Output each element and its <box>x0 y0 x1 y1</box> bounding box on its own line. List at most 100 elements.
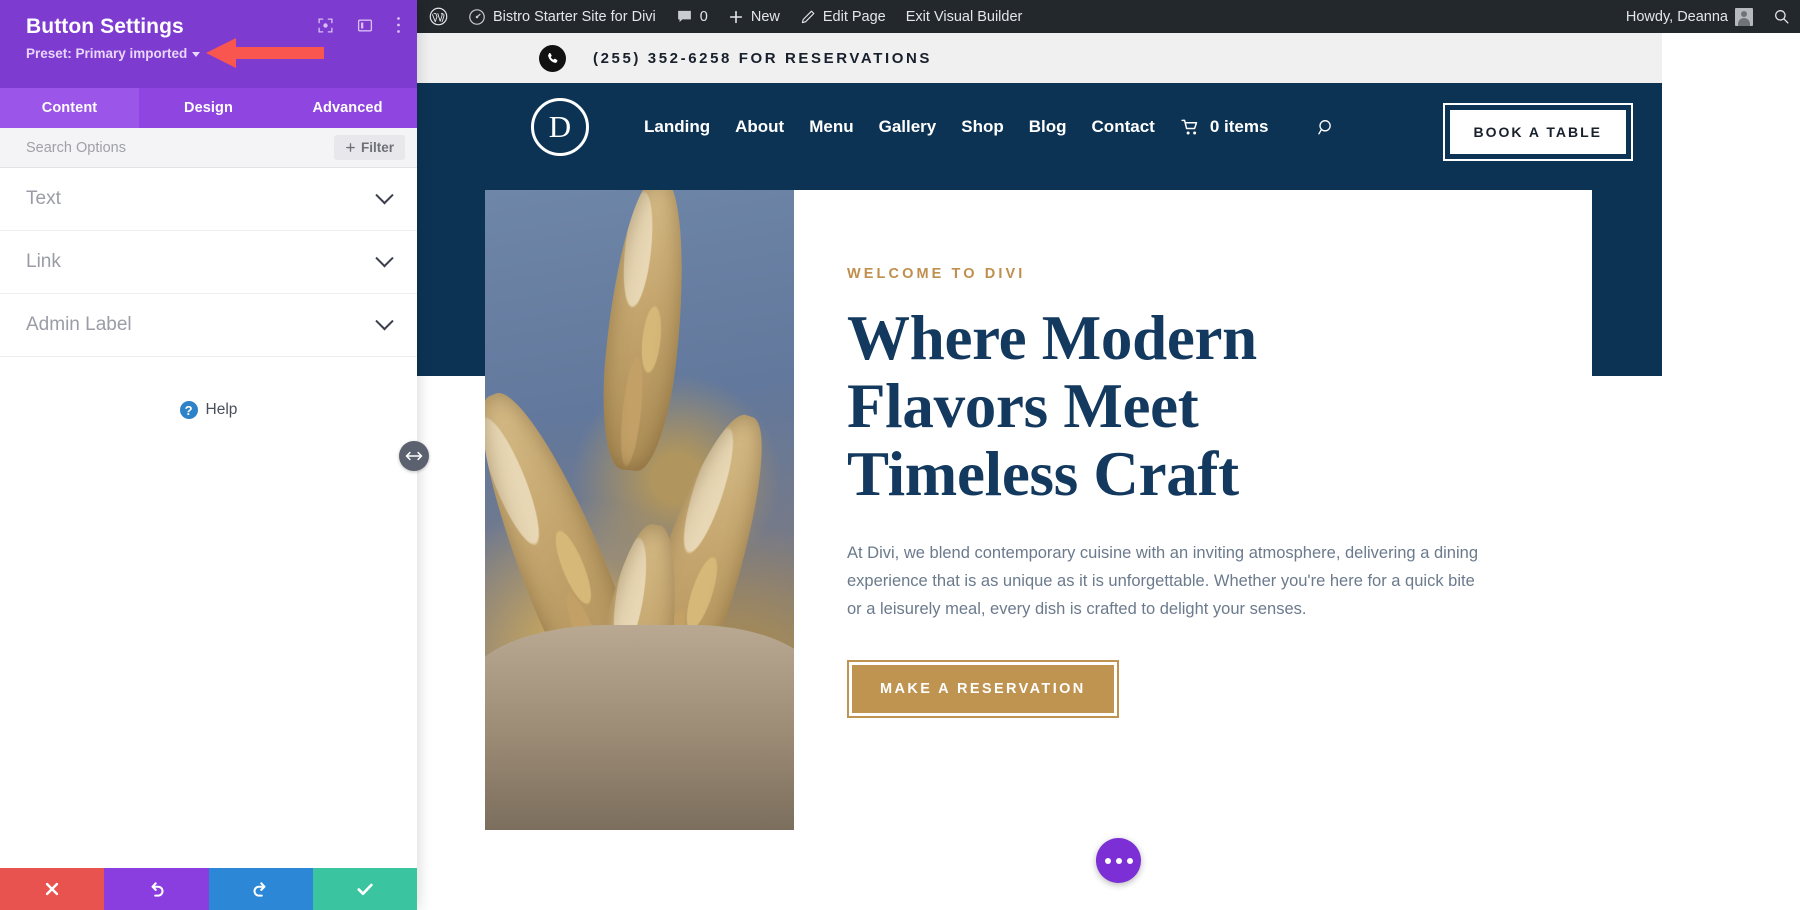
exit-visual-builder-button[interactable]: Exit Visual Builder <box>896 0 1033 33</box>
nav-item-contact[interactable]: Contact <box>1092 117 1155 137</box>
hero-text-card: WELCOME TO DIVI Where Modern Flavors Mee… <box>794 190 1592 830</box>
divi-logo[interactable]: D <box>531 98 589 156</box>
comment-bubble-icon <box>677 10 691 23</box>
module-settings-panel: Button Settings Preset: Primary imported <box>0 0 417 910</box>
site-preview-viewport: (255) 352-6258 FOR RESERVATIONS D Landin… <box>417 33 1800 910</box>
fullscreen-focus-icon[interactable] <box>317 17 334 34</box>
comments-button[interactable]: 0 <box>666 0 718 33</box>
toggle-label: Link <box>26 251 61 272</box>
settings-panel-header: Button Settings Preset: Primary imported <box>0 0 417 88</box>
screen-root: Bistro Starter Site for Divi 0 New Edit … <box>0 0 1800 910</box>
hero-eyebrow: WELCOME TO DIVI <box>847 266 1026 282</box>
site-page: (255) 352-6258 FOR RESERVATIONS D Landin… <box>417 33 1662 910</box>
reservations-phone-text: (255) 352-6258 FOR RESERVATIONS <box>593 49 933 67</box>
book-a-table-frame: BOOK A TABLE <box>1442 103 1633 161</box>
toggle-section-text[interactable]: Text <box>0 168 417 231</box>
preset-label: Preset: Primary imported <box>26 46 188 61</box>
new-label: New <box>750 8 780 25</box>
filter-label: Filter <box>360 140 394 155</box>
edit-page-label: Edit Page <box>822 8 886 25</box>
comment-count: 0 <box>699 8 708 25</box>
book-a-table-button[interactable]: BOOK A TABLE <box>1447 108 1628 156</box>
tab-advanced[interactable]: Advanced <box>278 88 417 128</box>
reservations-topbar: (255) 352-6258 FOR RESERVATIONS <box>417 33 1662 83</box>
site-search-button[interactable] <box>1317 118 1336 137</box>
wordpress-logo-button[interactable] <box>417 0 458 33</box>
preset-selector[interactable]: Preset: Primary imported <box>26 46 201 61</box>
divi-builder-fab[interactable] <box>1096 838 1141 883</box>
admin-site-name: Bistro Starter Site for Divi <box>493 8 656 25</box>
check-icon <box>357 883 373 895</box>
admin-search-button[interactable] <box>1763 0 1800 33</box>
nav-item-landing[interactable]: Landing <box>644 117 710 137</box>
more-vertical-icon[interactable] <box>396 16 401 34</box>
tab-content[interactable]: Content <box>0 88 139 128</box>
site-main-nav: D Landing About Menu Gallery Shop Blog C… <box>417 83 1662 171</box>
fab-dot <box>1126 857 1133 864</box>
hero-title: Where Modern Flavors Meet Timeless Craft <box>847 303 1257 510</box>
tab-design[interactable]: Design <box>139 88 278 128</box>
panel-layout-icon[interactable] <box>356 17 374 34</box>
admin-bar-right: Howdy, Deanna <box>1614 0 1800 33</box>
help-link[interactable]: ? Help <box>0 401 417 419</box>
hero-paragraph: At Divi, we blend contemporary cuisine w… <box>847 544 1478 618</box>
make-a-reservation-button[interactable]: MAKE A RESERVATION <box>852 665 1114 714</box>
divi-logo-letter: D <box>548 109 572 144</box>
new-content-button[interactable]: New <box>718 0 790 33</box>
close-icon <box>46 882 59 896</box>
question-mark-icon: ? <box>179 401 198 419</box>
undo-icon <box>151 881 164 897</box>
panel-resize-handle[interactable] <box>399 441 429 471</box>
phone-icon <box>539 44 566 72</box>
nav-item-blog[interactable]: Blog <box>1029 117 1067 137</box>
discard-button[interactable] <box>0 868 105 910</box>
cart-count-label: 0 items <box>1209 117 1269 136</box>
nav-item-gallery[interactable]: Gallery <box>879 117 937 137</box>
dashboard-gauge-icon <box>469 8 485 25</box>
settings-panel-footer <box>0 868 417 910</box>
nav-item-menu[interactable]: Menu <box>809 117 853 137</box>
horizontal-resize-icon <box>405 451 423 461</box>
toggle-label: Text <box>26 188 61 209</box>
greeting-label: Howdy, Deanna <box>1625 8 1728 25</box>
redo-button[interactable] <box>208 868 313 910</box>
save-button[interactable] <box>312 868 417 910</box>
exit-builder-label: Exit Visual Builder <box>905 8 1023 25</box>
toggle-section-link[interactable]: Link <box>0 231 417 294</box>
toggle-label: Admin Label <box>26 314 132 335</box>
shopping-cart-icon <box>1181 119 1198 135</box>
undo-button[interactable] <box>104 868 209 910</box>
nav-item-about[interactable]: About <box>735 117 784 137</box>
filter-button[interactable]: Filter <box>333 135 405 160</box>
chevron-down-icon <box>192 52 201 57</box>
search-icon <box>1775 10 1789 24</box>
edit-page-button[interactable]: Edit Page <box>790 0 896 33</box>
settings-panel-body: Text Link Admin Label ? Help <box>0 168 417 868</box>
chevron-down-icon <box>375 311 394 330</box>
hero-cta-frame: MAKE A RESERVATION <box>847 660 1119 719</box>
search-input[interactable] <box>26 139 256 156</box>
avatar <box>1735 7 1753 26</box>
site-name-button[interactable]: Bistro Starter Site for Divi <box>458 0 666 33</box>
settings-tabs: Content Design Advanced <box>0 88 417 128</box>
account-menu-button[interactable]: Howdy, Deanna <box>1614 0 1763 33</box>
search-icon <box>1318 119 1332 135</box>
chevron-down-icon <box>375 185 394 204</box>
plus-icon <box>729 10 742 23</box>
help-label: Help <box>205 401 238 418</box>
nav-item-shop[interactable]: Shop <box>961 117 1004 137</box>
hero-row: WELCOME TO DIVI Where Modern Flavors Mee… <box>485 190 1592 830</box>
pencil-icon <box>801 10 815 23</box>
nav-links: Landing About Menu Gallery Shop Blog Con… <box>644 117 1336 137</box>
toggle-section-admin-label[interactable]: Admin Label <box>0 294 417 357</box>
paper-bag <box>485 625 794 830</box>
fab-dot <box>1115 857 1122 864</box>
fab-dot <box>1104 857 1111 864</box>
hero-food-image <box>485 190 794 830</box>
settings-search-row: Filter <box>0 128 417 168</box>
plus-icon <box>346 143 355 152</box>
chevron-down-icon <box>375 248 394 267</box>
redo-icon <box>253 881 266 897</box>
cart-button[interactable]: 0 items <box>1180 117 1269 137</box>
wordpress-admin-bar: Bistro Starter Site for Divi 0 New Edit … <box>417 0 1800 33</box>
